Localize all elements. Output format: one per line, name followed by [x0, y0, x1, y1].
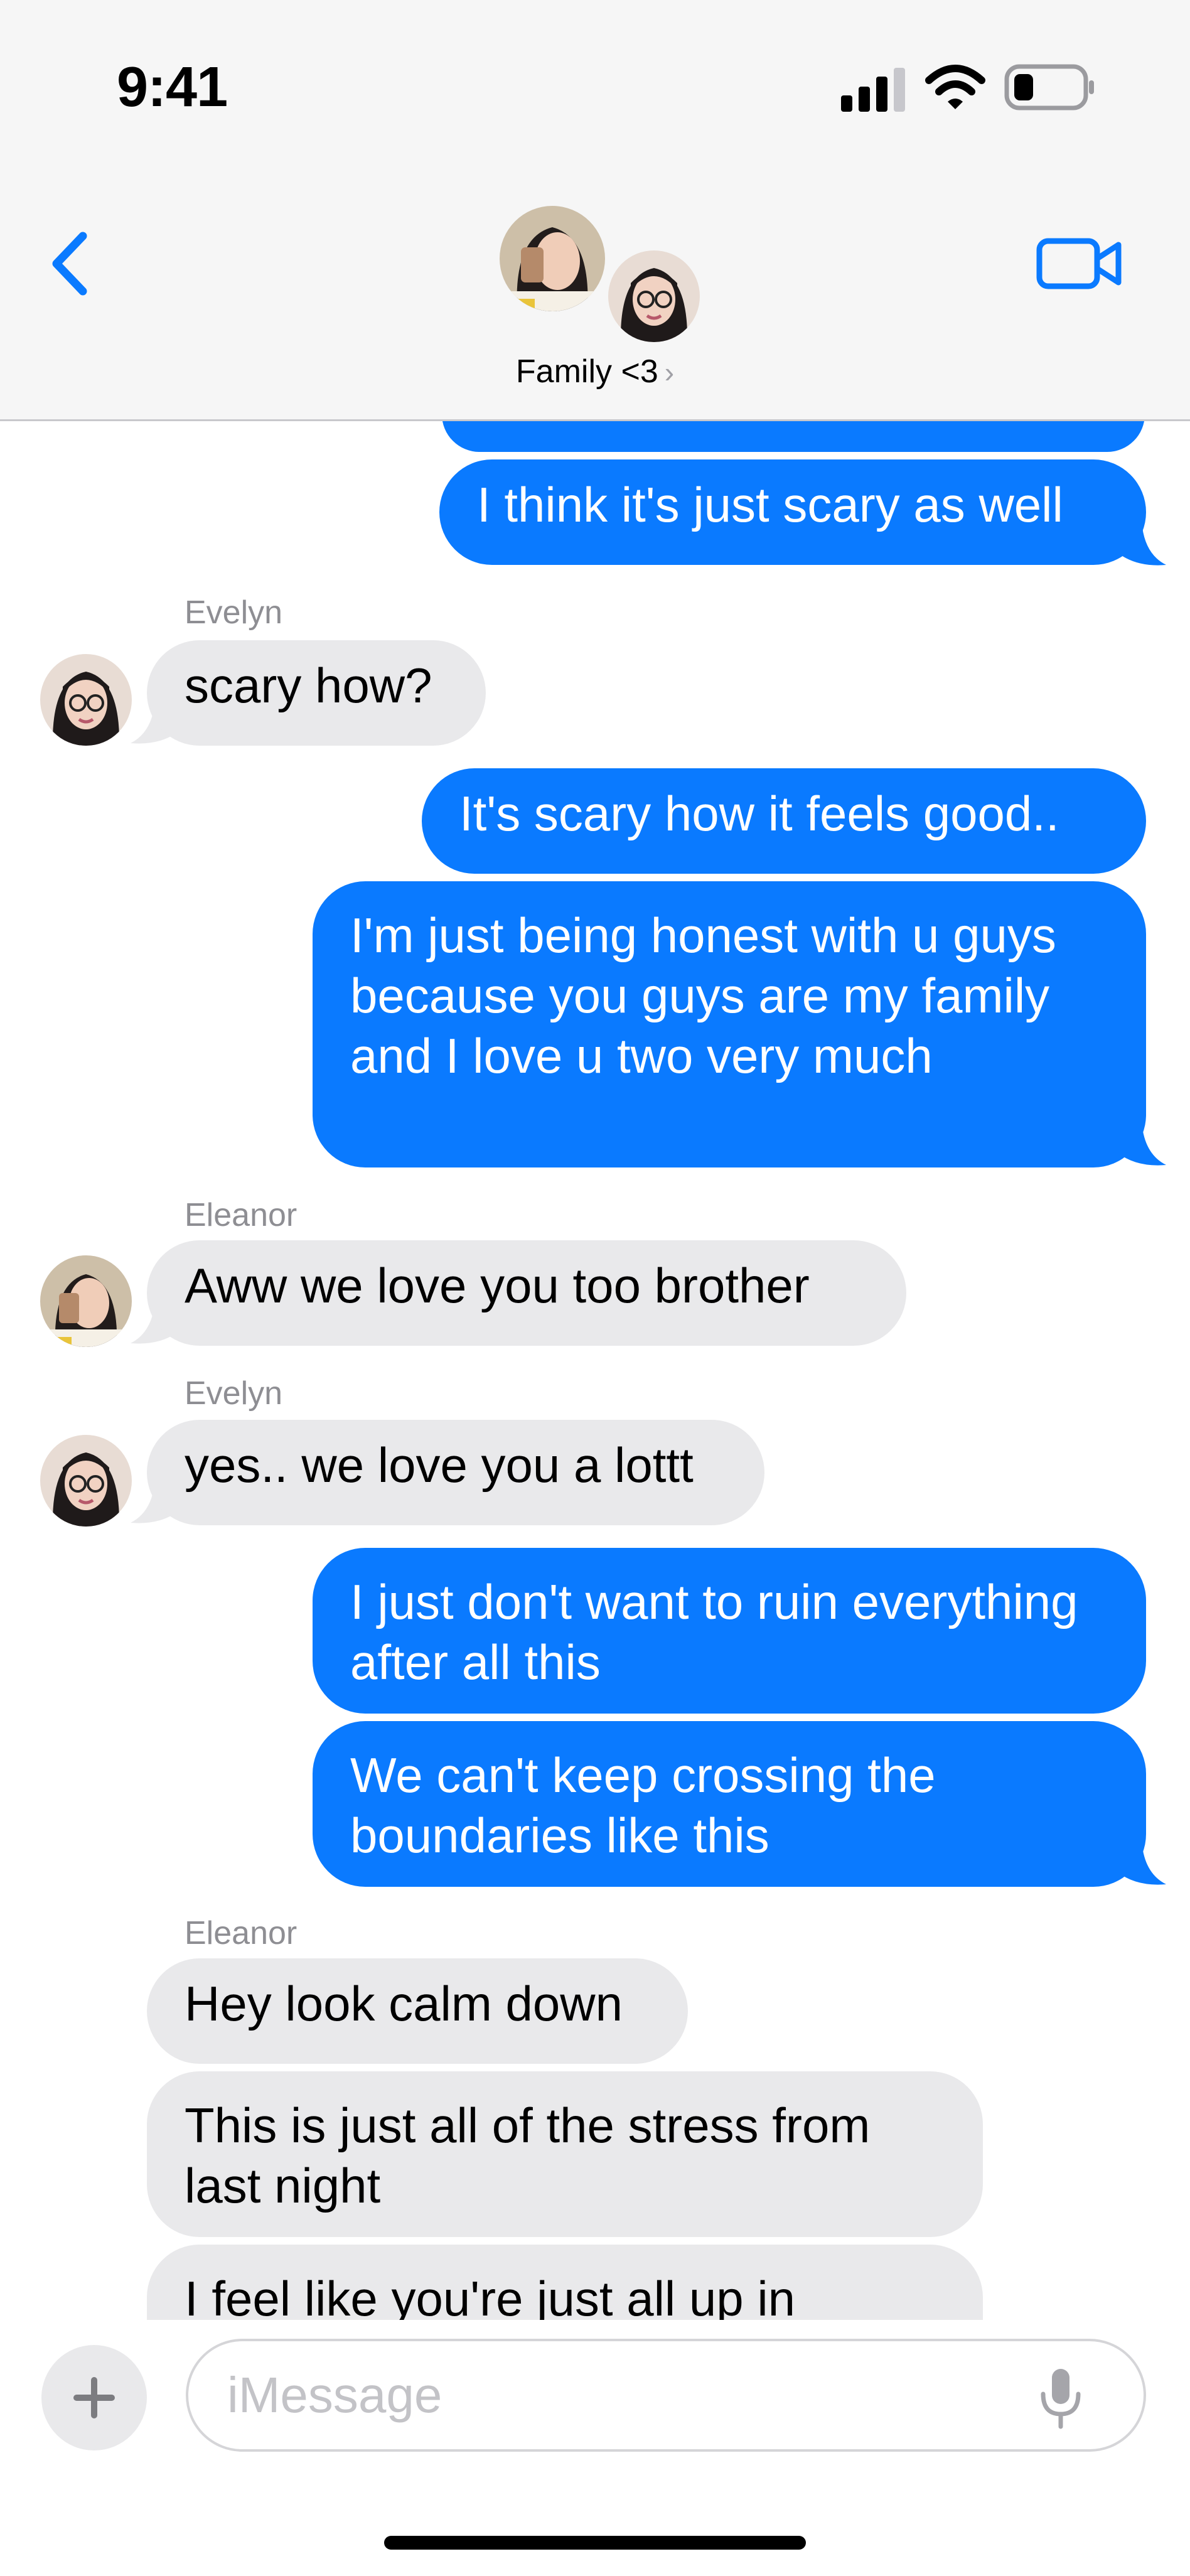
group-avatar-evelyn[interactable] [605, 247, 703, 345]
wifi-icon [925, 65, 985, 109]
avatar-evelyn[interactable] [40, 1435, 132, 1527]
sender-name: Eleanor [185, 1197, 298, 1233]
sender-name: Eleanor [185, 1915, 298, 1951]
outgoing-message[interactable]: We can't keep crossing the boundaries li… [313, 1721, 1146, 1887]
message-text: Hey look calm down [185, 1976, 623, 2031]
plus-icon [73, 2377, 115, 2418]
incoming-message[interactable]: yes.. we love you a lottt [147, 1420, 764, 1525]
cellular-signal-icon [841, 68, 905, 112]
incoming-message[interactable]: This is just all of the stress from last… [147, 2071, 983, 2237]
incoming-message[interactable]: scary how? [147, 640, 486, 746]
message-text: I think it's just scary as well [477, 477, 1063, 532]
avatar-eleanor[interactable] [40, 1255, 132, 1347]
incoming-message[interactable]: Hey look calm down [147, 1958, 688, 2064]
sender-name: Evelyn [185, 1375, 283, 1412]
message-text: scary how? [185, 658, 432, 713]
status-time: 9:41 [117, 56, 228, 119]
incoming-message[interactable]: Aww we love you too brother [147, 1240, 906, 1346]
message-text: I feel like you're just all up in [185, 2271, 796, 2326]
message-text: I'm just being honest with u guys becaus… [350, 908, 1056, 1083]
navigation-header: 9:41 Family <3 › [0, 0, 1190, 421]
group-name-button[interactable]: Family <3 › [0, 353, 1190, 390]
message-text: We can't keep crossing the boundaries li… [350, 1747, 936, 1863]
message-text: yes.. we love you a lottt [185, 1437, 694, 1493]
chevron-left-icon[interactable] [44, 226, 100, 301]
message-text: It's scary how it feels good.. [459, 786, 1059, 841]
battery-icon [1004, 64, 1094, 110]
message-input[interactable]: iMessage [186, 2339, 1146, 2452]
home-indicator[interactable] [384, 2536, 806, 2550]
outgoing-message[interactable]: I'm just being honest with u guys becaus… [313, 881, 1146, 1167]
group-avatar-eleanor[interactable] [500, 206, 605, 311]
message-text: Aww we love you too brother [185, 1258, 810, 1313]
microphone-icon[interactable] [1036, 2366, 1086, 2429]
add-attachment-button[interactable] [41, 2345, 147, 2450]
outgoing-message[interactable]: I just don't want to ruin everything aft… [313, 1548, 1146, 1714]
chevron-right-icon: › [664, 356, 675, 389]
bubble-tail [1117, 1847, 1166, 1885]
outgoing-message[interactable]: I think it's just scary as well [439, 459, 1146, 565]
bubble-tail [1117, 1127, 1166, 1166]
group-name: Family <3 [515, 353, 658, 390]
video-camera-icon[interactable] [1036, 232, 1123, 295]
outgoing-message[interactable]: It's scary how it feels good.. [422, 768, 1146, 874]
avatar-evelyn[interactable] [40, 654, 132, 746]
sender-name: Evelyn [185, 594, 283, 631]
message-text: This is just all of the stress from last… [185, 2098, 871, 2213]
input-placeholder: iMessage [227, 2367, 442, 2423]
message-text: I just don't want to ruin everything aft… [350, 1574, 1078, 1690]
bubble-tail [1117, 527, 1166, 566]
